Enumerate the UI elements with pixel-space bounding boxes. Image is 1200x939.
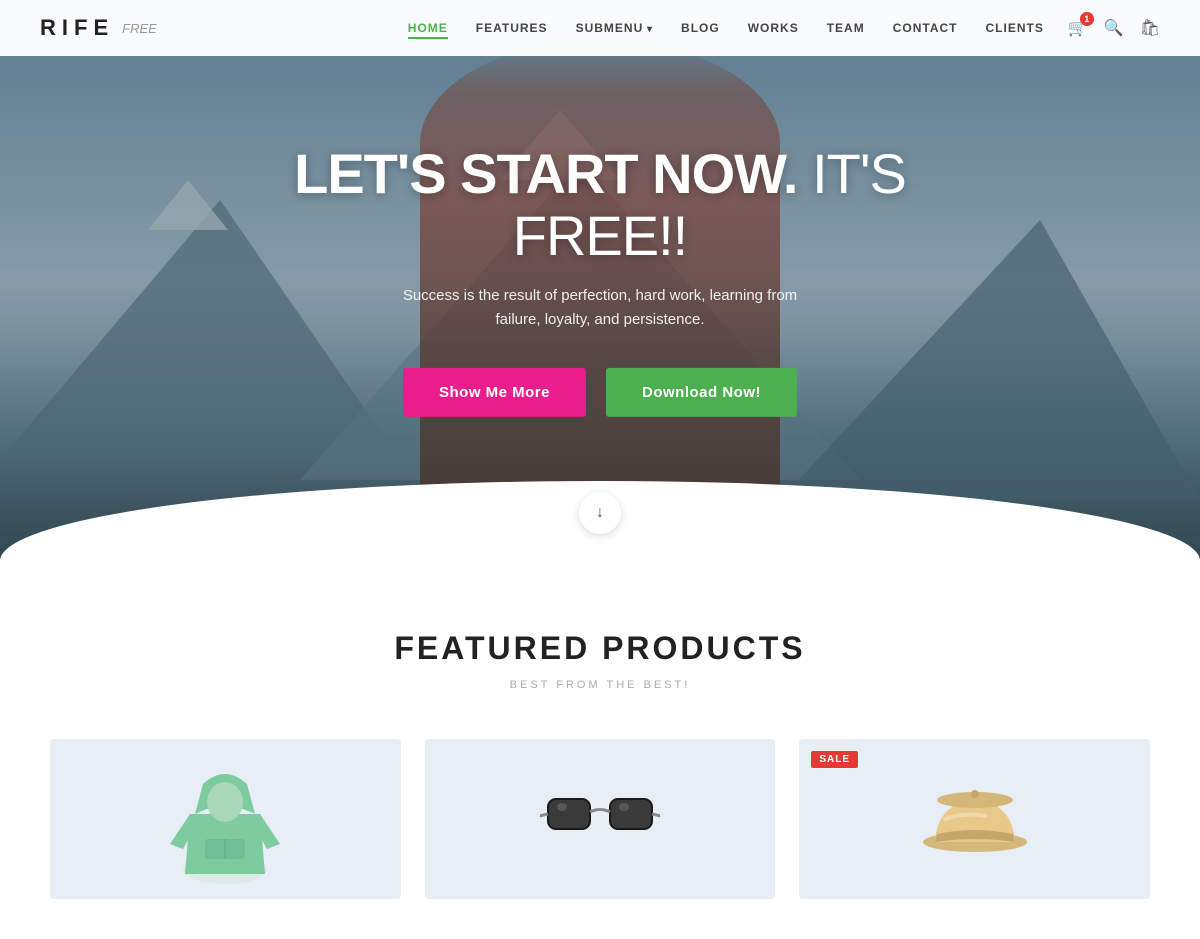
wishlist-icon[interactable]: 🛍 (1140, 18, 1160, 38)
nav-link-blog[interactable]: BLOG (681, 21, 720, 35)
products-section-title: FEATURED PRODUCTS (40, 630, 1160, 667)
product-card-glasses[interactable] (425, 739, 776, 899)
search-icon[interactable]: 🔍 (1104, 18, 1124, 38)
product-card-hoodie[interactable] (50, 739, 401, 899)
hero-content: LET'S START NOW. IT'S FREE!! Success is … (200, 143, 1000, 417)
product-card-hat[interactable]: SALE (799, 739, 1150, 899)
nav-link-submenu[interactable]: SUBMENU (576, 21, 653, 35)
hero-title-bold: LET'S START NOW. (294, 142, 797, 205)
scroll-down-button[interactable]: ↓ (579, 492, 621, 534)
nav-item-home[interactable]: HOME (408, 19, 448, 37)
download-now-button[interactable]: Download Now! (606, 368, 797, 417)
nav-item-blog[interactable]: BLOG (681, 19, 720, 37)
nav-icons: 🛒 1 🔍 🛍 (1068, 18, 1160, 38)
logo[interactable]: RIFE free (40, 15, 157, 41)
hero-buttons: Show Me More Download Now! (200, 368, 1000, 417)
nav-link-team[interactable]: TEAM (827, 21, 865, 35)
nav-link-contact[interactable]: CONTACT (893, 21, 958, 35)
nav-item-team[interactable]: TEAM (827, 19, 865, 37)
navbar: RIFE free HOME FEATURES SUBMENU BLOG WOR… (0, 0, 1200, 56)
cart-badge: 1 (1080, 12, 1094, 26)
show-more-button[interactable]: Show Me More (403, 368, 586, 417)
hoodie-illustration (165, 754, 285, 884)
sale-badge: SALE (811, 751, 858, 768)
nav-links: HOME FEATURES SUBMENU BLOG WORKS TEAM CO… (408, 19, 1044, 37)
hat-illustration (915, 754, 1035, 884)
glasses-illustration (540, 754, 660, 884)
nav-link-features[interactable]: FEATURES (476, 21, 548, 35)
nav-item-contact[interactable]: CONTACT (893, 19, 958, 37)
products-section-subtitle: BEST FROM THE BEST! (40, 679, 1160, 691)
hero-title: LET'S START NOW. IT'S FREE!! (200, 143, 1000, 266)
logo-tagline: free (122, 21, 157, 36)
nav-link-home[interactable]: HOME (408, 21, 448, 39)
nav-item-works[interactable]: WORKS (748, 19, 799, 37)
chevron-down-icon: ↓ (596, 504, 604, 522)
nav-link-works[interactable]: WORKS (748, 21, 799, 35)
logo-text: RIFE (40, 15, 114, 41)
nav-item-submenu[interactable]: SUBMENU (576, 19, 653, 37)
products-section: FEATURED PRODUCTS BEST FROM THE BEST! (0, 560, 1200, 939)
hero-section: LET'S START NOW. IT'S FREE!! Success is … (0, 0, 1200, 560)
products-grid: SALE (50, 739, 1150, 899)
nav-item-features[interactable]: FEATURES (476, 19, 548, 37)
nav-link-clients[interactable]: CLIENTS (986, 21, 1044, 35)
cart-button[interactable]: 🛒 1 (1068, 18, 1088, 38)
nav-item-clients[interactable]: CLIENTS (986, 19, 1044, 37)
hero-subtitle: Success is the result of perfection, har… (390, 284, 810, 332)
